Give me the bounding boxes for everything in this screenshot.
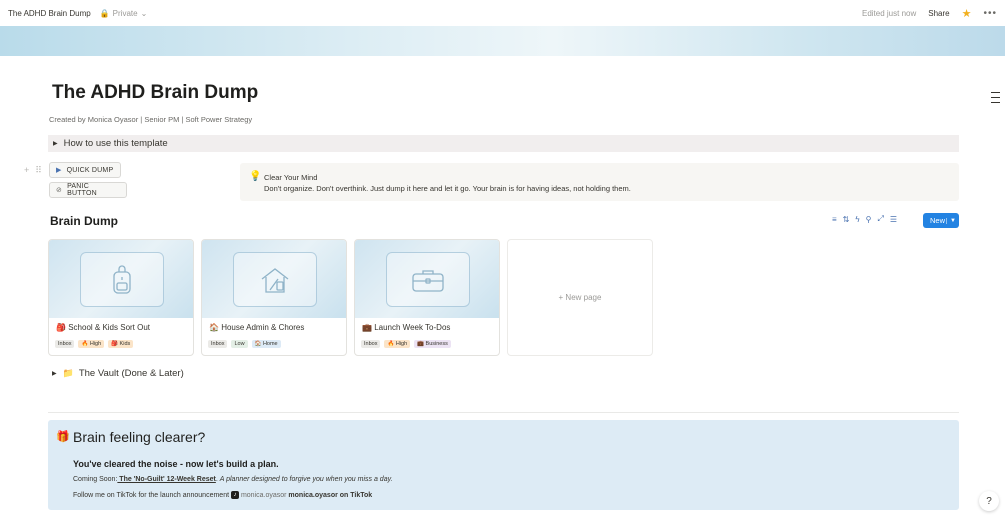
gallery-card[interactable]: 💼 Launch Week To-Dos Inbox 🔥 High 💼 Busi…	[354, 239, 500, 356]
backpack-icon	[80, 252, 164, 307]
card-tags: Inbox Low 🏠 Home	[208, 340, 281, 348]
gift-icon: 🎁	[56, 431, 70, 443]
promo-subtitle: You've cleared the noise - now let's bui…	[73, 459, 279, 469]
gallery-card[interactable]: 🎒 School & Kids Sort Out Inbox 🔥 High 🎒 …	[48, 239, 194, 356]
edited-status: Edited just now	[861, 8, 917, 18]
page-cover	[0, 26, 1005, 56]
favorite-star-icon[interactable]: ★	[962, 7, 972, 20]
gallery-card[interactable]: 🏠 House Admin & Chores Inbox Low 🏠 Home	[201, 239, 347, 356]
new-page-card[interactable]: + New page	[507, 239, 653, 356]
quick-dump-button[interactable]: ▶ QUICK DUMP	[49, 162, 121, 178]
top-bar: The ADHD Brain Dump 🔒 Private ⌄ Edited j…	[0, 0, 1005, 26]
tiktok-icon: ♪	[230, 491, 239, 499]
tiktok-link[interactable]: monica.oyasor on TikTok	[288, 492, 372, 499]
lock-icon: 🔒	[99, 8, 110, 18]
expand-icon[interactable]: ⤢	[877, 214, 883, 224]
vault-toggle[interactable]: ▶ 📁 The Vault (Done & Later)	[52, 368, 184, 379]
callout-title: Clear Your Mind	[264, 173, 318, 182]
card-title: 🎒 School & Kids Sort Out	[56, 323, 151, 332]
coming-soon-label: Coming Soon:	[73, 476, 118, 483]
page-title[interactable]: The ADHD Brain Dump	[52, 82, 258, 104]
toggle-arrow-icon[interactable]: ▶	[53, 140, 58, 147]
breadcrumb-page-name[interactable]: The ADHD Brain Dump	[8, 9, 91, 18]
coming-soon-link[interactable]: The 'No-Guilt' 12-Week Reset	[117, 476, 216, 483]
priority-tag: Low	[231, 340, 248, 348]
lightbulb-icon: 💡	[249, 171, 262, 182]
coming-soon-line: Coming Soon: The 'No-Guilt' 12-Week Rese…	[73, 476, 393, 483]
table-of-contents-icon[interactable]	[991, 92, 1000, 103]
new-label: New	[930, 216, 946, 225]
privacy-selector[interactable]: 🔒 Private ⌄	[100, 9, 148, 18]
filter-icon[interactable]: ≡	[832, 215, 837, 224]
card-tags: Inbox 🔥 High 💼 Business	[361, 340, 451, 348]
toggle-arrow-icon[interactable]: ▶	[52, 370, 57, 377]
follow-text: Follow me on TikTok for the launch annou…	[73, 491, 230, 499]
how-to-toggle[interactable]: ▶ How to use this template	[48, 135, 959, 152]
promo-callout: 🎁 Brain feeling clearer? You've cleared …	[48, 420, 959, 510]
block-handles: + ⠿	[24, 165, 42, 176]
settings-sliders-icon[interactable]: ☰	[890, 215, 897, 224]
how-to-toggle-label: How to use this template	[63, 138, 168, 149]
category-tag: 🏠 Home	[251, 340, 281, 348]
chevron-down-icon: ⌄	[140, 8, 148, 18]
panic-label: PANIC BUTTON	[67, 183, 97, 197]
share-button[interactable]: Share	[928, 9, 949, 18]
follow-line: Follow me on TikTok for the launch annou…	[73, 491, 372, 499]
database-title[interactable]: Brain Dump	[50, 214, 118, 228]
sort-icon[interactable]: ⇅	[843, 215, 850, 224]
folder-icon: 📁	[62, 368, 74, 378]
priority-tag: 🔥 High	[384, 340, 411, 348]
new-record-button[interactable]: New ▼	[923, 213, 959, 228]
house-tools-icon	[233, 252, 317, 307]
quick-dump-label: QUICK DUMP	[66, 166, 114, 174]
coming-soon-description: A planner designed to forgive you when y…	[219, 476, 393, 483]
drag-handle-icon[interactable]: ⠿	[35, 165, 42, 176]
add-block-icon[interactable]: +	[24, 165, 29, 176]
category-tag: 🎒 Kids	[108, 340, 134, 348]
vault-label: The Vault (Done & Later)	[78, 368, 184, 379]
clear-mind-callout: 💡 Clear Your Mind Don't organize. Don't …	[240, 163, 959, 201]
promo-title: Brain feeling clearer?	[73, 429, 206, 445]
topbar-actions: Edited just now Share ★ •••	[862, 7, 997, 20]
divider	[48, 412, 959, 413]
card-title: 💼 Launch Week To-Dos	[362, 323, 451, 332]
card-tags: Inbox 🔥 High 🎒 Kids	[55, 340, 134, 348]
card-cover	[202, 240, 346, 318]
play-icon: ▶	[56, 167, 62, 174]
database-toolbar: ≡ ⇅ ϟ ⚲ ⤢ ☰	[832, 214, 897, 224]
privacy-label: Private	[112, 8, 138, 18]
automation-bolt-icon[interactable]: ϟ	[855, 215, 859, 224]
panic-button[interactable]: ⊘ PANIC BUTTON	[49, 182, 127, 198]
priority-tag: 🔥 High	[78, 340, 105, 348]
no-entry-icon: ⊘	[56, 187, 63, 194]
briefcase-icon	[386, 252, 470, 307]
status-tag: Inbox	[208, 340, 228, 348]
card-cover	[355, 240, 499, 318]
card-cover	[49, 240, 193, 318]
category-tag: 💼 Business	[414, 340, 451, 348]
search-icon[interactable]: ⚲	[866, 215, 872, 224]
tiktok-mention[interactable]: monica.oyasor	[241, 492, 287, 499]
status-tag: Inbox	[361, 340, 381, 348]
more-options-icon[interactable]: •••	[983, 8, 997, 19]
callout-body: Don't organize. Don't overthink. Just du…	[264, 184, 631, 193]
card-title: 🏠 House Admin & Chores	[209, 323, 305, 332]
chevron-down-icon[interactable]: ▼	[946, 217, 956, 224]
help-icon[interactable]: ?	[979, 491, 999, 511]
page-byline: Created by Monica Oyasor | Senior PM | S…	[49, 115, 253, 124]
status-tag: Inbox	[55, 340, 75, 348]
